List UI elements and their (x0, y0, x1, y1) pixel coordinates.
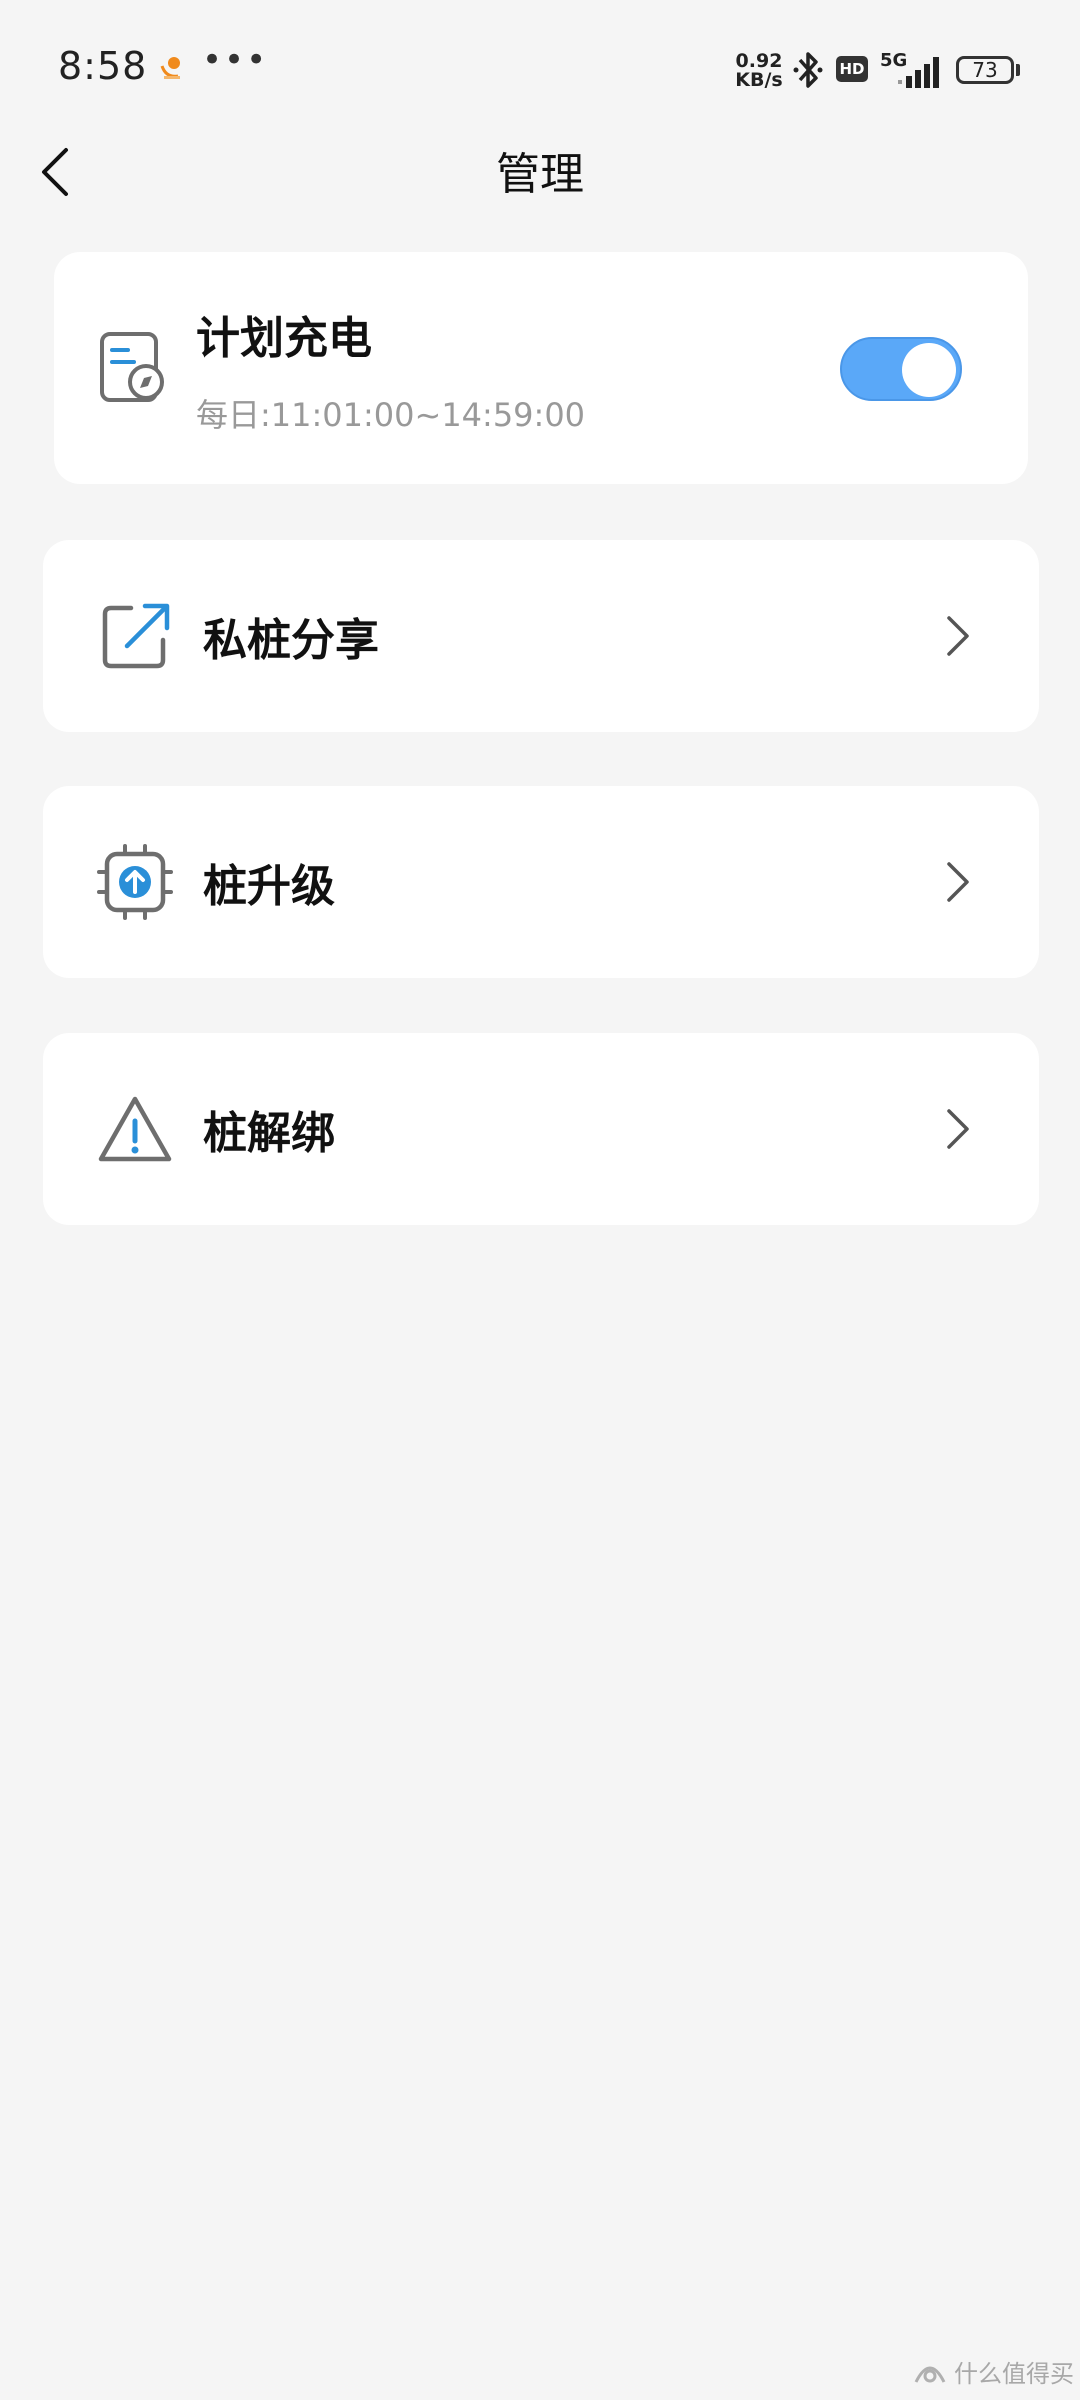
manage-screen: 8:58 ••• 0.92 KB/s HD 5G 73 管理 计划充电 每日:1… (0, 0, 1080, 2400)
scheduled-charging-time: 每日:11:01:00~14:59:00 (196, 396, 586, 434)
battery-indicator: 73 (956, 56, 1014, 84)
chevron-right-icon (947, 616, 969, 656)
schedule-document-icon (100, 332, 164, 402)
status-bar: 8:58 ••• 0.92 KB/s HD 5G 73 (0, 0, 1080, 140)
menu-item-label: 桩升级 (203, 861, 335, 912)
scheduled-charging-toggle[interactable] (840, 337, 962, 401)
share-external-icon (102, 603, 170, 669)
bluetooth-icon (793, 52, 823, 88)
scheduled-charging-card: 计划充电 每日:11:01:00~14:59:00 (54, 252, 1028, 484)
signal-strength-icon (898, 57, 939, 88)
upgrade-chip-icon (97, 844, 173, 920)
more-notifications-icon: ••• (202, 40, 269, 80)
app-notification-icon (160, 57, 180, 79)
menu-item-label: 私桩分享 (203, 615, 379, 666)
warning-triangle-icon (98, 1096, 172, 1162)
menu-item-pile-unbind[interactable]: 桩解绑 (43, 1033, 1039, 1225)
battery-cap (1016, 64, 1020, 76)
watermark-logo-icon (914, 2366, 946, 2383)
hd-voice-badge: HD (836, 56, 868, 82)
page-title: 管理 (496, 149, 584, 200)
status-time: 8:58 (58, 44, 148, 88)
watermark-text: 什么值得买 (954, 2360, 1074, 2388)
network-speed: 0.92 KB/s (734, 52, 784, 90)
menu-item-private-share[interactable]: 私桩分享 (43, 540, 1039, 732)
chevron-right-icon (947, 862, 969, 902)
toggle-knob (902, 343, 956, 397)
network-speed-unit: KB/s (735, 69, 783, 91)
chevron-right-icon (947, 1109, 969, 1149)
scheduled-charging-title: 计划充电 (196, 313, 372, 364)
menu-item-pile-upgrade[interactable]: 桩升级 (43, 786, 1039, 978)
menu-item-label: 桩解绑 (203, 1108, 335, 1159)
